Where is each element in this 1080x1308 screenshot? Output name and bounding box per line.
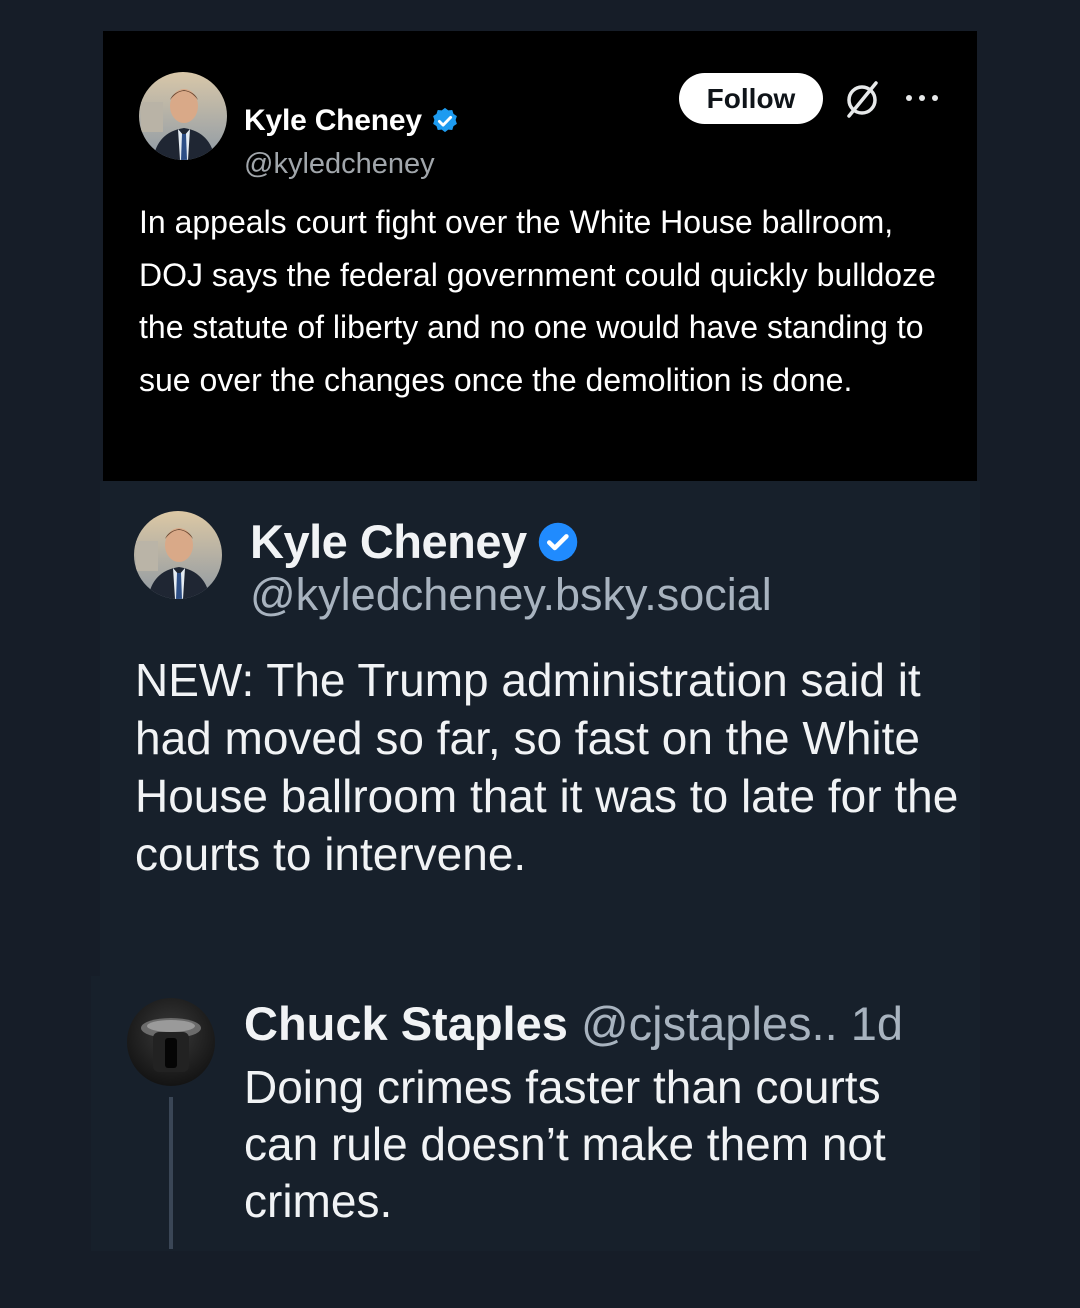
more-icon[interactable] (904, 86, 940, 110)
author-name[interactable]: Kyle Cheney (244, 104, 422, 138)
reply-text: Doing crimes faster than courts can rule… (244, 1061, 886, 1227)
post-text: NEW: The Trump administration said it ha… (135, 654, 959, 880)
author-name-row: Kyle Cheney (244, 104, 460, 138)
verified-badge-icon (538, 522, 577, 561)
post-text: In appeals court fight over the White Ho… (139, 204, 936, 398)
timestamp[interactable]: 1d (851, 997, 903, 1050)
reply: Chuck Staples @cjstaples.. 1d Doing crim… (91, 976, 980, 1251)
avatar[interactable] (134, 511, 222, 599)
author-handle[interactable]: @kyledcheney (244, 148, 435, 181)
author-handle[interactable]: @cjstaples.. (581, 997, 838, 1050)
follow-button[interactable]: Follow (679, 73, 823, 124)
grok-icon[interactable] (842, 79, 882, 119)
verified-badge-icon (433, 107, 457, 133)
author-name[interactable]: Chuck Staples (244, 997, 568, 1050)
avatar[interactable] (127, 998, 215, 1086)
bsky-post: Kyle Cheney @kyledcheney.bsky.social NEW… (100, 481, 980, 976)
avatar[interactable] (139, 72, 227, 160)
author-name-row: Kyle Cheney (250, 514, 579, 569)
author-handle[interactable]: @kyledcheney.bsky.social (250, 569, 772, 621)
author-name[interactable]: Kyle Cheney (250, 514, 527, 569)
x-post-card: Kyle Cheney @kyledcheney Follow In appea… (103, 31, 977, 481)
reply-header: Chuck Staples @cjstaples.. 1d (244, 996, 903, 1051)
thread-line (169, 1097, 173, 1249)
